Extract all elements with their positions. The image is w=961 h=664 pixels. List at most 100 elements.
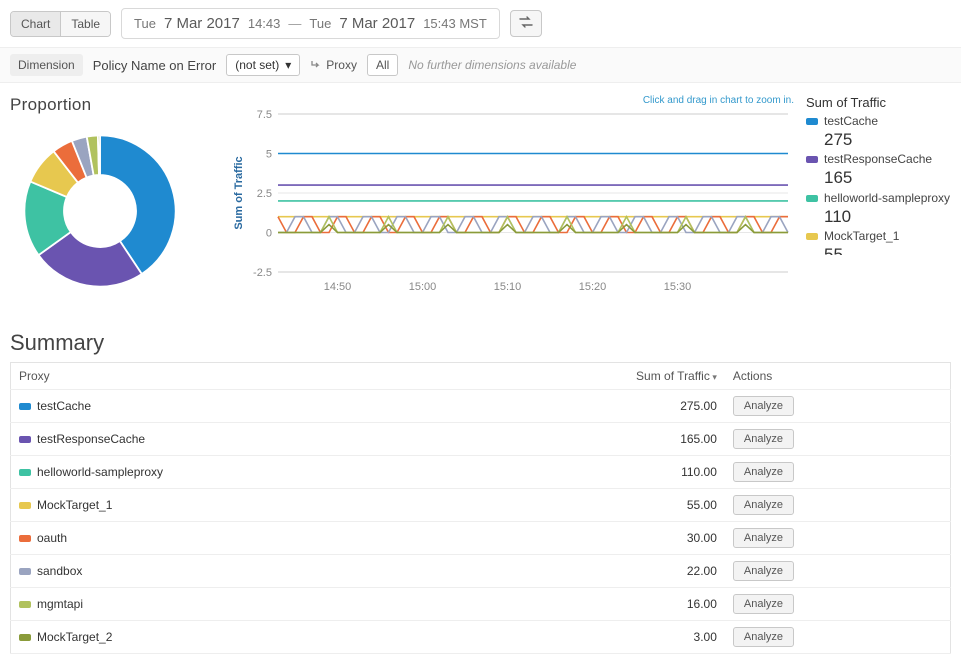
analyze-button[interactable]: Analyze — [733, 495, 794, 515]
table-row: MockTarget_155.00 Analyze — [11, 489, 951, 522]
traffic-cell: 110.00 — [537, 456, 725, 489]
traffic-legend: Sum of Traffic testCache275testResponseC… — [806, 95, 961, 255]
date-to-day: Tue — [309, 16, 331, 31]
analyze-button[interactable]: Analyze — [733, 429, 794, 449]
legend-title: Sum of Traffic — [806, 95, 961, 110]
proxy-cell: MockTarget_1 — [11, 489, 537, 522]
dimension-hint: No further dimensions available — [408, 58, 576, 72]
main-area: Proportion Click and drag in chart to zo… — [0, 83, 961, 310]
traffic-cell: 30.00 — [537, 522, 725, 555]
dimension-selected: (not set) — [235, 58, 279, 72]
table-row: testResponseCache165.00Analyze — [11, 423, 951, 456]
sort-desc-icon: ▾ — [710, 372, 717, 382]
traffic-cell: 3.00 — [537, 621, 725, 654]
svg-text:15:10: 15:10 — [494, 281, 522, 293]
legend-item: testResponseCache165 — [806, 152, 961, 188]
table-row: sandbox22.00 Analyze — [11, 555, 951, 588]
donut-chart[interactable] — [10, 121, 220, 304]
proxy-cell: sandbox — [11, 555, 537, 588]
proxy-color-dot — [19, 535, 31, 542]
col-proxy[interactable]: Proxy — [11, 363, 537, 390]
proxy-color-dot — [19, 469, 31, 476]
actions-cell: Analyze — [725, 456, 951, 489]
legend-pip — [806, 118, 818, 125]
legend-pip — [806, 233, 818, 240]
dimension-all-button[interactable]: All — [367, 54, 398, 76]
table-row: testCache275.00Analyze — [11, 390, 951, 423]
col-actions: Actions — [725, 363, 951, 390]
proxy-color-dot — [19, 403, 31, 410]
proxy-color-dot — [19, 568, 31, 575]
date-from-main: 7 Mar 2017 — [164, 15, 240, 32]
date-separator: — — [288, 16, 301, 31]
svg-text:7.5: 7.5 — [257, 109, 272, 121]
summary-section: Summary Proxy Sum of Traffic ▾ Actions t… — [0, 310, 961, 664]
svg-text:-2.5: -2.5 — [253, 267, 272, 279]
timeseries-panel: Click and drag in chart to zoom in. -2.5… — [228, 95, 798, 304]
line-chart[interactable]: -2.502.557.514:5015:0015:1015:2015:30Sum… — [228, 106, 798, 296]
actions-cell: Analyze — [725, 588, 951, 621]
legend-text: helloworld-sampleproxy110 — [824, 191, 950, 227]
analyze-button[interactable]: Analyze — [733, 627, 794, 647]
proxy-cell: oauth — [11, 522, 537, 555]
dimension-label: Dimension — [10, 54, 83, 76]
analyze-button[interactable]: Analyze — [733, 528, 794, 548]
dimension-policy: Policy Name on Error — [93, 58, 217, 73]
proxy-color-dot — [19, 601, 31, 608]
view-toggle: Chart Table — [10, 11, 111, 37]
actions-cell: Analyze — [725, 621, 951, 654]
return-arrow-icon — [310, 59, 322, 71]
svg-text:15:20: 15:20 — [579, 281, 607, 293]
legend-text: testCache275 — [824, 114, 878, 150]
traffic-cell: 16.00 — [537, 588, 725, 621]
actions-cell: Analyze — [725, 555, 951, 588]
chevron-down-icon: ▾ — [285, 58, 291, 72]
legend-text: MockTarget_155 — [824, 229, 899, 255]
legend-item: helloworld-sampleproxy110 — [806, 191, 961, 227]
proxy-color-dot — [19, 634, 31, 641]
proxy-color-dot — [19, 502, 31, 509]
refresh-button[interactable] — [510, 10, 542, 37]
legend-item: MockTarget_155 — [806, 229, 961, 255]
dimension-bar: Dimension Policy Name on Error (not set)… — [0, 47, 961, 83]
legend-pip — [806, 156, 818, 163]
analyze-button[interactable]: Analyze — [733, 462, 794, 482]
table-row: helloworld-sampleproxy110.00Analyze — [11, 456, 951, 489]
col-traffic[interactable]: Sum of Traffic ▾ — [537, 363, 725, 390]
svg-text:15:00: 15:00 — [409, 281, 437, 293]
top-toolbar: Chart Table Tue 7 Mar 2017 14:43 — Tue 7… — [0, 0, 961, 47]
svg-text:0: 0 — [266, 228, 272, 240]
analyze-button[interactable]: Analyze — [733, 396, 794, 416]
zoom-hint: Click and drag in chart to zoom in. — [228, 95, 794, 106]
dimension-breadcrumb: Proxy — [310, 58, 357, 72]
table-row: mgmtapi16.00Analyze — [11, 588, 951, 621]
date-to-main: 7 Mar 2017 — [339, 15, 415, 32]
dimension-dropdown[interactable]: (not set) ▾ — [226, 54, 300, 76]
actions-cell: Analyze — [725, 489, 951, 522]
proxy-color-dot — [19, 436, 31, 443]
analyze-button[interactable]: Analyze — [733, 594, 794, 614]
table-tab-button[interactable]: Table — [60, 12, 110, 36]
legend-pip — [806, 195, 818, 202]
svg-text:5: 5 — [266, 149, 272, 161]
traffic-cell: 22.00 — [537, 555, 725, 588]
proportion-panel: Proportion — [10, 95, 220, 304]
date-from-time: 14:43 — [248, 16, 281, 31]
date-range-picker[interactable]: Tue 7 Mar 2017 14:43 — Tue 7 Mar 2017 15… — [121, 8, 500, 39]
table-row: MockTarget_23.00 Analyze — [11, 621, 951, 654]
table-row: oauth30.00 Analyze — [11, 522, 951, 555]
analyze-button[interactable]: Analyze — [733, 561, 794, 581]
svg-text:14:50: 14:50 — [324, 281, 352, 293]
date-to-time: 15:43 MST — [423, 16, 487, 31]
svg-text:15:30: 15:30 — [664, 281, 692, 293]
proxy-cell: MockTarget_2 — [11, 621, 537, 654]
chart-tab-button[interactable]: Chart — [11, 12, 60, 36]
traffic-cell: 165.00 — [537, 423, 725, 456]
summary-table: Proxy Sum of Traffic ▾ Actions testCache… — [10, 362, 951, 654]
proportion-title: Proportion — [10, 95, 220, 115]
date-from-day: Tue — [134, 16, 156, 31]
traffic-cell: 55.00 — [537, 489, 725, 522]
actions-cell: Analyze — [725, 522, 951, 555]
proxy-cell: testCache — [11, 390, 537, 423]
svg-text:Sum of Traffic: Sum of Traffic — [233, 156, 245, 229]
